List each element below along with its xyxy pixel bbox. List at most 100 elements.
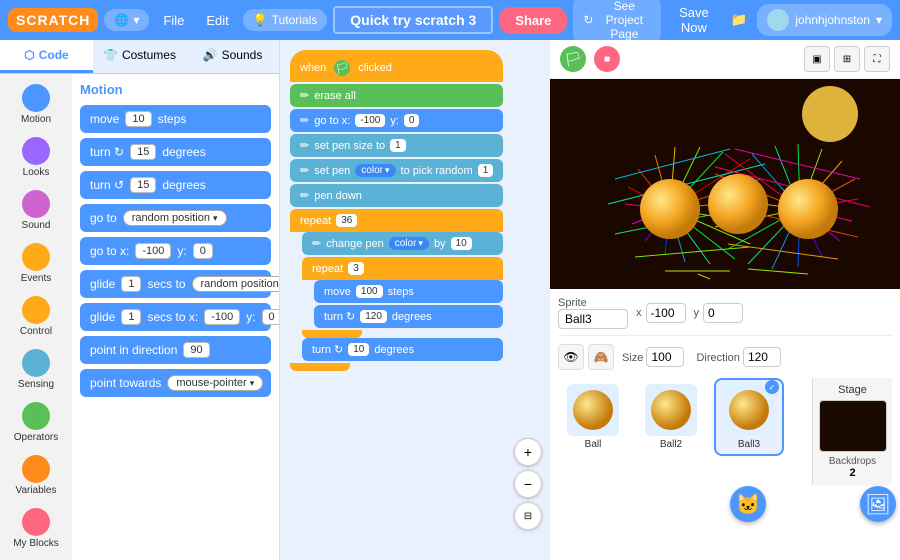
edit-menu[interactable]: Edit — [198, 9, 236, 32]
category-control[interactable]: Control — [4, 292, 68, 341]
zoom-reset-button[interactable]: ⊟ — [514, 502, 542, 530]
block-point-direction[interactable]: point in direction 90 — [80, 336, 271, 364]
stage-canvas — [550, 79, 900, 289]
y-input[interactable] — [703, 303, 743, 323]
category-sound[interactable]: Sound — [4, 186, 68, 235]
project-title-input[interactable] — [333, 6, 493, 34]
sound-dot — [22, 190, 50, 218]
sprite-ball3-label: Ball3 — [738, 439, 760, 450]
block-turn-right[interactable]: turn ↻ 15 degrees — [80, 138, 271, 166]
stage-layout-buttons: ▣ ⊞ ⛶ — [804, 46, 890, 72]
block-script-goto-xy[interactable]: ✏ go to x: -100 y: 0 — [290, 109, 503, 132]
block-turn-left[interactable]: turn ↺ 15 degrees — [80, 171, 271, 199]
block-repeat-36[interactable]: repeat 36 — [290, 209, 503, 232]
block-goto-xy[interactable]: go to x: -100 y: 0 — [80, 237, 271, 265]
flag-icon: 🏳 — [564, 51, 582, 68]
pencil-icon2: ✏ — [300, 114, 309, 127]
blocks-area: Motion Looks Sound Events Control — [0, 74, 279, 560]
add-sprite-icon: 🐱 — [736, 492, 761, 517]
stage-thumb-area: Stage Backdrops 2 — [812, 378, 892, 485]
tab-sounds[interactable]: 🔊 Sounds — [186, 40, 279, 73]
script-area: when 🏳 clicked ✏ erase all ✏ go to x: -1… — [280, 40, 550, 560]
tutorials-button[interactable]: 💡 Tutorials — [243, 9, 328, 31]
category-sensing[interactable]: Sensing — [4, 345, 68, 394]
avatar — [767, 9, 789, 31]
refresh-icon: ↻ — [583, 13, 593, 27]
fullscreen-button[interactable]: ⛶ — [864, 46, 890, 72]
blocks-list: Motion move 10 steps turn ↻ 15 degrees t… — [72, 74, 279, 560]
pencil-icon3: ✏ — [300, 139, 309, 152]
block-turn-10[interactable]: turn ↻ 10 degrees — [302, 338, 503, 361]
stage-thumb-label: Stage — [838, 384, 867, 396]
pencil-icon: ✏ — [300, 89, 309, 102]
category-looks[interactable]: Looks — [4, 133, 68, 182]
zoom-in-button[interactable]: + — [514, 438, 542, 466]
block-point-towards[interactable]: point towards mouse-pointer — [80, 369, 271, 397]
sprite-ball2[interactable]: Ball2 — [636, 378, 706, 456]
script-container[interactable]: when 🏳 clicked ✏ erase all ✏ go to x: -1… — [280, 40, 550, 560]
category-operators[interactable]: Operators — [4, 398, 68, 447]
selected-indicator: ✓ — [765, 380, 779, 394]
file-menu[interactable]: File — [155, 9, 192, 32]
looks-dot — [22, 137, 50, 165]
block-repeat-3[interactable]: repeat 3 — [302, 257, 503, 280]
pencil-icon5: ✏ — [300, 189, 309, 202]
variables-dot — [22, 455, 50, 483]
sprite-label: Sprite — [558, 297, 628, 309]
add-backdrop-button[interactable]: 🖼 — [860, 486, 896, 522]
block-glide-xy[interactable]: glide 1 secs to x: -100 y: 0 — [80, 303, 271, 331]
share-button[interactable]: Share — [499, 7, 567, 34]
events-dot — [22, 243, 50, 271]
category-events[interactable]: Events — [4, 239, 68, 288]
block-inner-move[interactable]: move 100 steps — [314, 280, 503, 303]
sprite-ball[interactable]: Ball — [558, 378, 628, 456]
code-icon: ⬡ — [24, 48, 34, 62]
scratch-logo[interactable]: SCRATCH — [8, 8, 98, 32]
green-flag-button[interactable]: 🏳 — [560, 46, 586, 72]
category-myblocks[interactable]: My Blocks — [4, 504, 68, 553]
block-move-steps[interactable]: move 10 steps — [80, 105, 271, 133]
sound-icon: 🔊 — [203, 48, 218, 62]
x-input[interactable] — [646, 303, 686, 323]
sprite-ball-image — [567, 384, 619, 436]
block-goto-random[interactable]: go to random position — [80, 204, 271, 232]
globe-button[interactable]: 🌐▾ — [104, 9, 149, 31]
user-menu-button[interactable]: johnhjohnston ▾ — [757, 4, 892, 36]
sprite-name-input[interactable] — [558, 309, 628, 329]
tab-costumes[interactable]: 👕 Costumes — [93, 40, 186, 73]
block-change-pen-color[interactable]: ✏ change pen color by 10 — [302, 232, 503, 255]
repeat-3-end — [302, 330, 362, 338]
block-pen-down[interactable]: ✏ pen down — [290, 184, 503, 207]
category-motion[interactable]: Motion — [4, 80, 68, 129]
stage-thumbnail[interactable] — [819, 400, 887, 452]
block-when-clicked[interactable]: when 🏳 clicked — [290, 50, 503, 82]
block-set-pen-size[interactable]: ✏ set pen size to 1 — [290, 134, 503, 157]
stop-button[interactable]: ■ — [594, 46, 620, 72]
save-now-button[interactable]: Save Now — [667, 1, 720, 39]
tab-code[interactable]: ⬡ Code — [0, 40, 93, 73]
lightbulb-icon: 💡 — [253, 13, 268, 27]
zoom-out-button[interactable]: − — [514, 470, 542, 498]
show-button[interactable]: 👁 — [558, 344, 584, 370]
size-label: Size — [622, 352, 643, 364]
direction-input[interactable] — [743, 347, 781, 367]
sprite-ball3[interactable]: ✓ Ball3 — [714, 378, 784, 456]
zoom-controls: + − ⊟ — [514, 438, 542, 530]
folder-button[interactable]: 📁 — [727, 8, 752, 32]
block-glide-random[interactable]: glide 1 secs to random position — [80, 270, 271, 298]
add-sprite-button[interactable]: 🐱 — [730, 486, 766, 522]
flag-glyph: 🏳 — [334, 60, 350, 76]
myblocks-dot — [22, 508, 50, 536]
category-variables[interactable]: Variables — [4, 451, 68, 500]
backdrops-label: Backdrops — [829, 456, 876, 467]
small-stage-button[interactable]: ▣ — [804, 46, 830, 72]
folder-icon: 📁 — [731, 12, 748, 27]
hide-button[interactable]: 🙈 — [588, 344, 614, 370]
top-navigation: SCRATCH 🌐▾ File Edit 💡 Tutorials Share ↻… — [0, 0, 900, 40]
block-erase-all[interactable]: ✏ erase all — [290, 84, 503, 107]
block-set-pen-color[interactable]: ✏ set pen color to pick random 1 — [290, 159, 503, 182]
block-inner-turn-120[interactable]: turn ↻ 120 degrees — [314, 305, 503, 328]
size-input[interactable] — [646, 347, 684, 367]
large-stage-button[interactable]: ⊞ — [834, 46, 860, 72]
sprite-ball-label: Ball — [585, 439, 602, 450]
